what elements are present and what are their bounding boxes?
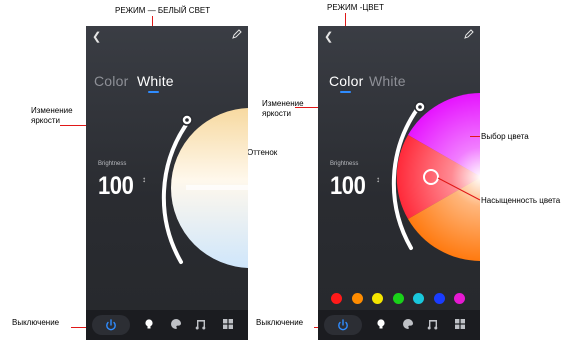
callout-overlay <box>437 177 481 201</box>
